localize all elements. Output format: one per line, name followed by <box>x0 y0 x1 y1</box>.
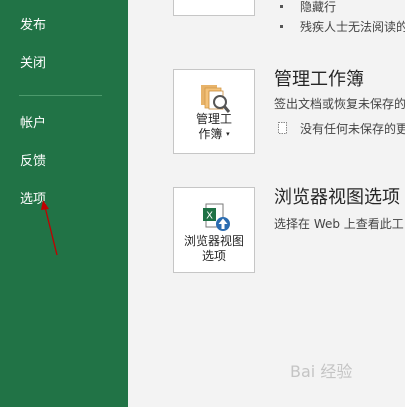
no-unsaved-status: 没有任何未保存的更 <box>300 122 405 136</box>
manage-workbook-label-1: 管理工 <box>195 112 232 126</box>
manage-workbook-desc: 签出文档或恢复未保存的 <box>274 97 405 111</box>
browser-view-label-1: 浏览器视图 <box>183 234 244 248</box>
watermark: Bai 经验 <box>290 362 353 381</box>
manage-workbook-label-2-wrap: 作簿 ▾ <box>174 127 254 142</box>
accessibility-bullet: 残疾人士无法阅读的 <box>300 20 405 34</box>
manage-workbook-button[interactable]: 管理工 作簿 ▾ <box>173 69 255 154</box>
browser-view-options-button[interactable]: X 浏览器视图 选项 <box>173 187 255 273</box>
document-icon <box>278 122 287 134</box>
bullet-icon <box>280 5 283 8</box>
backstage-sidebar: 发布 关闭 帐户 反馈 选项 <box>0 0 128 407</box>
browser-view-desc: 选择在 Web 上查看此工 <box>274 217 404 231</box>
manage-workbook-title: 管理工作簿 <box>274 69 364 90</box>
manage-workbook-label-2: 作簿 <box>198 127 223 141</box>
browser-view-title: 浏览器视图选项 <box>274 187 400 208</box>
browser-view-label-2: 选项 <box>201 249 226 263</box>
info-content-panel: 隐藏行 残疾人士无法阅读的 管理工 作簿 ▾ 管理工作簿 签出文档或恢复未保存的… <box>128 0 405 407</box>
check-issues-tile[interactable] <box>173 0 255 16</box>
bullet-icon <box>280 25 283 28</box>
dropdown-caret-icon: ▾ <box>226 130 230 138</box>
svg-text:X: X <box>206 211 213 222</box>
excel-browser-view-icon: X <box>203 203 230 231</box>
hidden-rows-bullet: 隐藏行 <box>300 0 337 14</box>
manage-workbook-icon <box>201 85 231 113</box>
red-arrow-annotation-icon <box>41 200 58 256</box>
